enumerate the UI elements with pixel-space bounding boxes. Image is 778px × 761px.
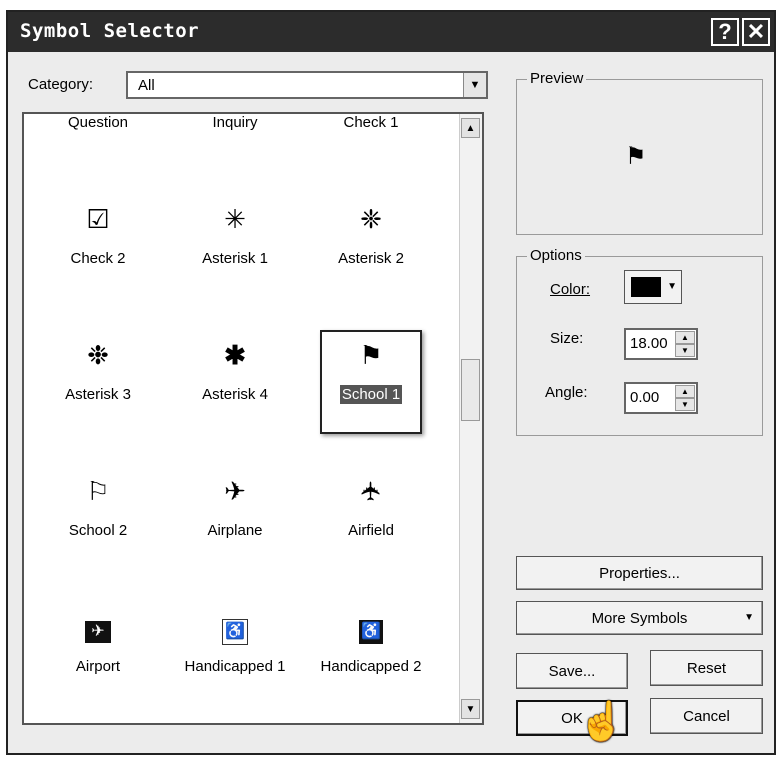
symbol-label: Airport bbox=[75, 658, 121, 675]
symbol-label: Asterisk 2 bbox=[338, 250, 404, 267]
category-select[interactable]: All ▼ bbox=[126, 71, 488, 99]
window-title: Symbol Selector bbox=[20, 20, 200, 42]
category-value: All bbox=[138, 77, 155, 94]
more-symbols-button[interactable]: More Symbols ▼ bbox=[516, 601, 763, 635]
angle-label: Angle: bbox=[545, 384, 588, 401]
angle-up-icon[interactable]: ▲ bbox=[675, 385, 695, 398]
scroll-down-icon[interactable]: ▼ bbox=[461, 699, 480, 719]
symbol-label: Handicapped 1 bbox=[184, 658, 286, 675]
color-picker-button[interactable]: ▼ bbox=[624, 270, 682, 304]
hand-cursor-icon: ☝ bbox=[578, 701, 626, 743]
airport-symbol-icon: ✈ bbox=[30, 612, 166, 643]
symbol-label: Asterisk 4 bbox=[202, 386, 268, 403]
symbol-list[interactable]: Question Inquiry Check 1 ☑ Check 2 ✳ Ast… bbox=[22, 112, 484, 725]
preview-school-flag-icon: ⚑ bbox=[625, 143, 647, 170]
title-bar: Symbol Selector ? ✕ bbox=[8, 12, 774, 52]
preview-group: Preview ⚑ bbox=[516, 70, 763, 235]
chevron-down-icon: ▼ bbox=[667, 281, 677, 292]
color-label: Color: bbox=[550, 281, 591, 298]
asterisk-bold-symbol-icon: ✱ bbox=[224, 340, 246, 370]
symbol-label: School 2 bbox=[68, 522, 128, 539]
properties-button[interactable]: Properties... bbox=[516, 556, 763, 590]
asterisk-dotted-symbol-icon: ❈ bbox=[360, 204, 382, 234]
color-swatch bbox=[631, 277, 661, 297]
cancel-button[interactable]: Cancel bbox=[650, 698, 763, 734]
school-flag-outline-symbol-icon: ⚐ bbox=[86, 476, 110, 506]
options-label: Options bbox=[527, 247, 585, 264]
wheelchair-filled-symbol-icon: ♿ bbox=[303, 612, 439, 644]
angle-spinner[interactable]: 0.00 ▲ ▼ bbox=[624, 382, 698, 414]
close-button[interactable]: ✕ bbox=[742, 18, 770, 46]
size-value: 18.00 bbox=[630, 335, 668, 352]
scroll-thumb[interactable] bbox=[461, 359, 480, 421]
more-symbols-label: More Symbols bbox=[591, 609, 688, 627]
symbol-label: Asterisk 1 bbox=[202, 250, 268, 267]
symbol-label: Check 1 bbox=[343, 114, 399, 131]
category-label: Category: bbox=[28, 76, 94, 93]
symbol-label: Handicapped 2 bbox=[320, 658, 422, 675]
save-button[interactable]: Save... bbox=[516, 653, 628, 689]
symbol-label: School 1 bbox=[339, 385, 403, 404]
size-label: Size: bbox=[550, 330, 584, 347]
symbol-label: Question bbox=[67, 114, 129, 131]
chevron-down-icon[interactable]: ▼ bbox=[463, 73, 486, 97]
symbol-label: Asterisk 3 bbox=[65, 386, 131, 403]
wheelchair-outline-symbol-icon: ♿ bbox=[167, 612, 303, 645]
help-button[interactable]: ? bbox=[711, 18, 739, 46]
size-up-icon[interactable]: ▲ bbox=[675, 331, 695, 344]
angle-value: 0.00 bbox=[630, 389, 660, 406]
symbol-label: Check 2 bbox=[70, 250, 126, 267]
asterisk-thin-symbol-icon: ✳ bbox=[224, 204, 246, 234]
airplane-symbol-icon: ✈ bbox=[224, 476, 246, 506]
symbol-label: Inquiry bbox=[212, 114, 258, 131]
symbol-label: Airplane bbox=[207, 522, 263, 539]
reset-button[interactable]: Reset bbox=[650, 650, 763, 686]
preview-label: Preview bbox=[527, 70, 587, 87]
checkbox-symbol-icon: ☑ bbox=[86, 204, 110, 234]
symbol-label: Airfield bbox=[348, 522, 394, 539]
asterisk-outline-symbol-icon: ❉ bbox=[87, 340, 109, 370]
size-spinner[interactable]: 18.00 ▲ ▼ bbox=[624, 328, 698, 360]
chevron-down-icon: ▼ bbox=[744, 612, 754, 623]
school-flag-filled-symbol-icon: ⚑ bbox=[359, 340, 383, 370]
symbol-list-scrollbar[interactable]: ▲ ▼ bbox=[459, 114, 482, 723]
scroll-up-icon[interactable]: ▲ bbox=[461, 118, 480, 138]
angle-down-icon[interactable]: ▼ bbox=[675, 398, 695, 411]
size-down-icon[interactable]: ▼ bbox=[675, 344, 695, 357]
